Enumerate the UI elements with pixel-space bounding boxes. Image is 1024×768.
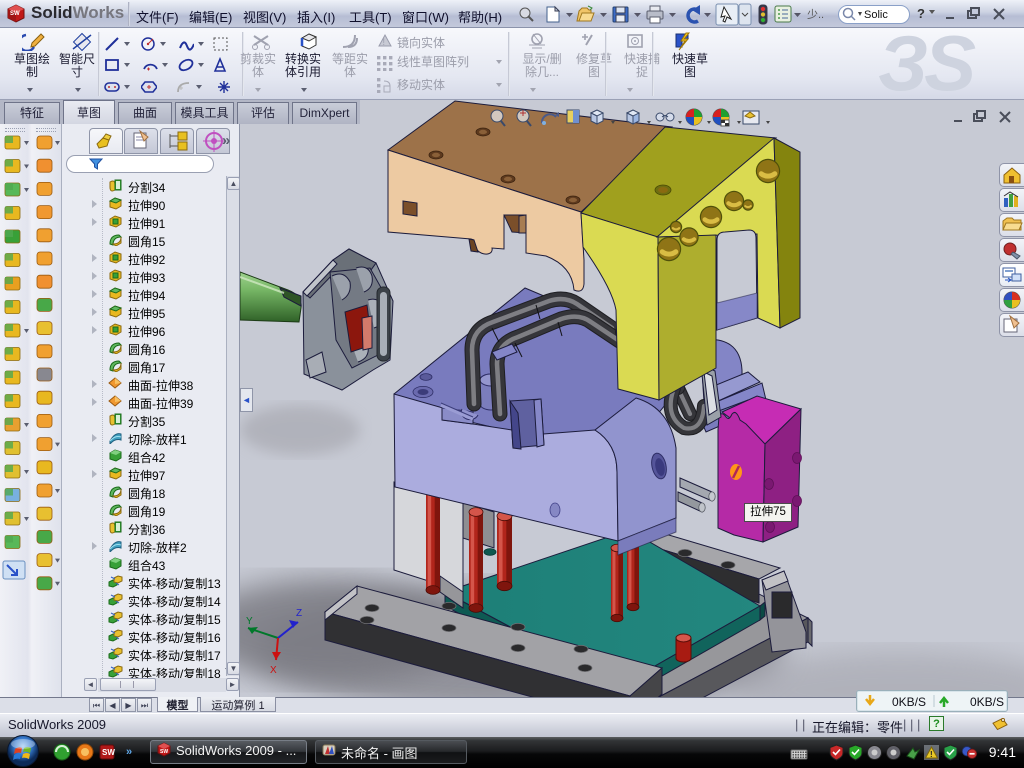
svg-text:0KB/S: 0KB/S	[970, 695, 1004, 709]
svg-text:SW: SW	[10, 11, 20, 17]
svg-text:SW: SW	[160, 749, 168, 755]
svg-text:SW: SW	[102, 748, 115, 757]
svg-text:!: !	[930, 750, 933, 759]
svg-text:X: X	[270, 665, 277, 676]
svg-text:»: »	[126, 746, 132, 758]
svg-text:Z: Z	[296, 608, 302, 619]
svg-text:!: !	[383, 37, 386, 47]
svg-text:Y: Y	[246, 616, 253, 627]
svg-text:0KB/S: 0KB/S	[892, 695, 926, 709]
svg-text:少..: 少..	[807, 8, 824, 21]
